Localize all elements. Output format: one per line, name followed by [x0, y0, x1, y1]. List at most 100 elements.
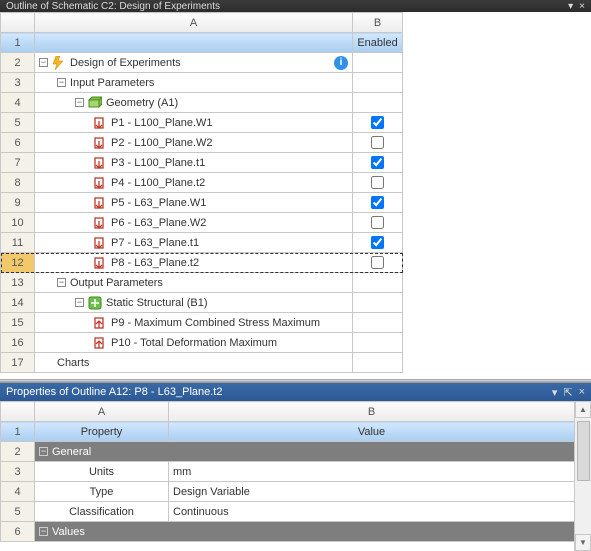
row-number[interactable]: 14 [1, 293, 35, 313]
scroll-down-button[interactable]: ▼ [575, 534, 591, 551]
property-row[interactable]: 4TypeDesign Variable [1, 482, 575, 502]
enabled-cell[interactable] [353, 233, 403, 253]
row-number[interactable]: 12 [1, 253, 35, 273]
collapse-icon[interactable]: − [75, 298, 84, 307]
tree-cell[interactable]: P9 - Maximum Combined Stress Maximum [35, 313, 353, 333]
info-icon[interactable]: i [334, 56, 348, 70]
row-number[interactable]: 1 [1, 422, 35, 442]
tree-cell[interactable]: i−Design of Experiments [35, 53, 353, 73]
row-number[interactable]: 3 [1, 462, 35, 482]
row-number[interactable]: 2 [1, 442, 35, 462]
table-row[interactable]: 11P7 - L63_Plane.t1 [1, 233, 403, 253]
property-row[interactable]: 5ClassificationContinuous [1, 502, 575, 522]
table-row[interactable]: 2i−Design of Experiments [1, 53, 403, 73]
col-b-header[interactable]: B [169, 402, 575, 422]
collapse-icon[interactable]: − [39, 527, 48, 536]
table-row[interactable]: 14−Static Structural (B1) [1, 293, 403, 313]
section-values[interactable]: 6 − Values [1, 522, 575, 542]
table-row[interactable]: 12P8 - L63_Plane.t2 [1, 253, 403, 273]
row-number[interactable]: 6 [1, 133, 35, 153]
row-number[interactable]: 16 [1, 333, 35, 353]
row-number[interactable]: 13 [1, 273, 35, 293]
table-row[interactable]: 3−Input Parameters [1, 73, 403, 93]
dropdown-icon[interactable]: ▾ [552, 386, 558, 399]
row-number[interactable]: 5 [1, 502, 35, 522]
corner-cell[interactable] [1, 402, 35, 422]
row-number[interactable]: 6 [1, 522, 35, 542]
row-number[interactable]: 9 [1, 193, 35, 213]
row-number[interactable]: 8 [1, 173, 35, 193]
row-number[interactable]: 4 [1, 482, 35, 502]
table-row[interactable]: 5P1 - L100_Plane.W1 [1, 113, 403, 133]
row-number[interactable]: 17 [1, 353, 35, 373]
enabled-cell[interactable] [353, 133, 403, 153]
scroll-thumb[interactable] [577, 421, 590, 481]
row-number[interactable]: 2 [1, 53, 35, 73]
scroll-up-button[interactable]: ▲ [575, 401, 591, 418]
enabled-checkbox[interactable] [371, 196, 384, 209]
collapse-icon[interactable]: − [39, 447, 48, 456]
collapse-icon[interactable]: − [39, 58, 48, 67]
collapse-icon[interactable]: − [57, 78, 66, 87]
table-row[interactable]: 1Enabled [1, 33, 403, 53]
table-row[interactable]: 6P2 - L100_Plane.W2 [1, 133, 403, 153]
enabled-checkbox[interactable] [371, 256, 384, 269]
row-number[interactable]: 7 [1, 153, 35, 173]
table-row[interactable]: 8P4 - L100_Plane.t2 [1, 173, 403, 193]
enabled-cell[interactable] [353, 113, 403, 133]
property-row[interactable]: 3Unitsmm [1, 462, 575, 482]
pin-icon[interactable]: ▾ [568, 1, 573, 12]
tree-cell[interactable]: Charts [35, 353, 353, 373]
enabled-cell[interactable] [353, 173, 403, 193]
row-number[interactable]: 11 [1, 233, 35, 253]
tree-cell[interactable]: P10 - Total Deformation Maximum [35, 333, 353, 353]
enabled-cell[interactable] [353, 193, 403, 213]
collapse-icon[interactable]: − [57, 278, 66, 287]
tree-cell[interactable]: P7 - L63_Plane.t1 [35, 233, 353, 253]
enabled-cell[interactable] [353, 153, 403, 173]
table-row[interactable]: 4−Geometry (A1) [1, 93, 403, 113]
tree-cell[interactable]: P6 - L63_Plane.W2 [35, 213, 353, 233]
tree-cell[interactable]: P4 - L100_Plane.t2 [35, 173, 353, 193]
row-number[interactable]: 15 [1, 313, 35, 333]
row-number[interactable]: 4 [1, 93, 35, 113]
tree-cell[interactable]: P2 - L100_Plane.W2 [35, 133, 353, 153]
close-icon[interactable]: × [579, 1, 585, 12]
table-row[interactable]: 15P9 - Maximum Combined Stress Maximum [1, 313, 403, 333]
enabled-cell[interactable] [353, 253, 403, 273]
property-value[interactable]: Continuous [169, 502, 575, 522]
vertical-scrollbar[interactable]: ▲ ▼ [574, 401, 591, 551]
property-value[interactable]: mm [169, 462, 575, 482]
property-value[interactable]: Design Variable [169, 482, 575, 502]
tree-cell[interactable]: P3 - L100_Plane.t1 [35, 153, 353, 173]
table-row[interactable]: 10P6 - L63_Plane.W2 [1, 213, 403, 233]
section-general[interactable]: 2 − General [1, 442, 575, 462]
table-row[interactable]: 7P3 - L100_Plane.t1 [1, 153, 403, 173]
tree-cell[interactable]: −Static Structural (B1) [35, 293, 353, 313]
col-b-header[interactable]: B [353, 13, 403, 33]
row-number[interactable]: 5 [1, 113, 35, 133]
row-number[interactable]: 1 [1, 33, 35, 53]
pin-icon[interactable]: ⇱ [563, 386, 572, 399]
corner-cell[interactable] [1, 13, 35, 33]
close-icon[interactable]: × [579, 386, 585, 399]
row-number[interactable]: 3 [1, 73, 35, 93]
enabled-checkbox[interactable] [371, 216, 384, 229]
tree-cell[interactable]: P5 - L63_Plane.W1 [35, 193, 353, 213]
table-row[interactable]: 9P5 - L63_Plane.W1 [1, 193, 403, 213]
col-a-header[interactable]: A [35, 402, 169, 422]
col-a-header[interactable]: A [35, 13, 353, 33]
enabled-checkbox[interactable] [371, 236, 384, 249]
enabled-cell[interactable] [353, 213, 403, 233]
enabled-checkbox[interactable] [371, 156, 384, 169]
collapse-icon[interactable]: − [75, 98, 84, 107]
enabled-checkbox[interactable] [371, 176, 384, 189]
tree-cell[interactable]: −Input Parameters [35, 73, 353, 93]
tree-cell[interactable]: P1 - L100_Plane.W1 [35, 113, 353, 133]
table-row[interactable]: 13−Output Parameters [1, 273, 403, 293]
table-row[interactable]: 16P10 - Total Deformation Maximum [1, 333, 403, 353]
row-number[interactable]: 10 [1, 213, 35, 233]
tree-cell[interactable]: P8 - L63_Plane.t2 [35, 253, 353, 273]
enabled-checkbox[interactable] [371, 136, 384, 149]
enabled-checkbox[interactable] [371, 116, 384, 129]
